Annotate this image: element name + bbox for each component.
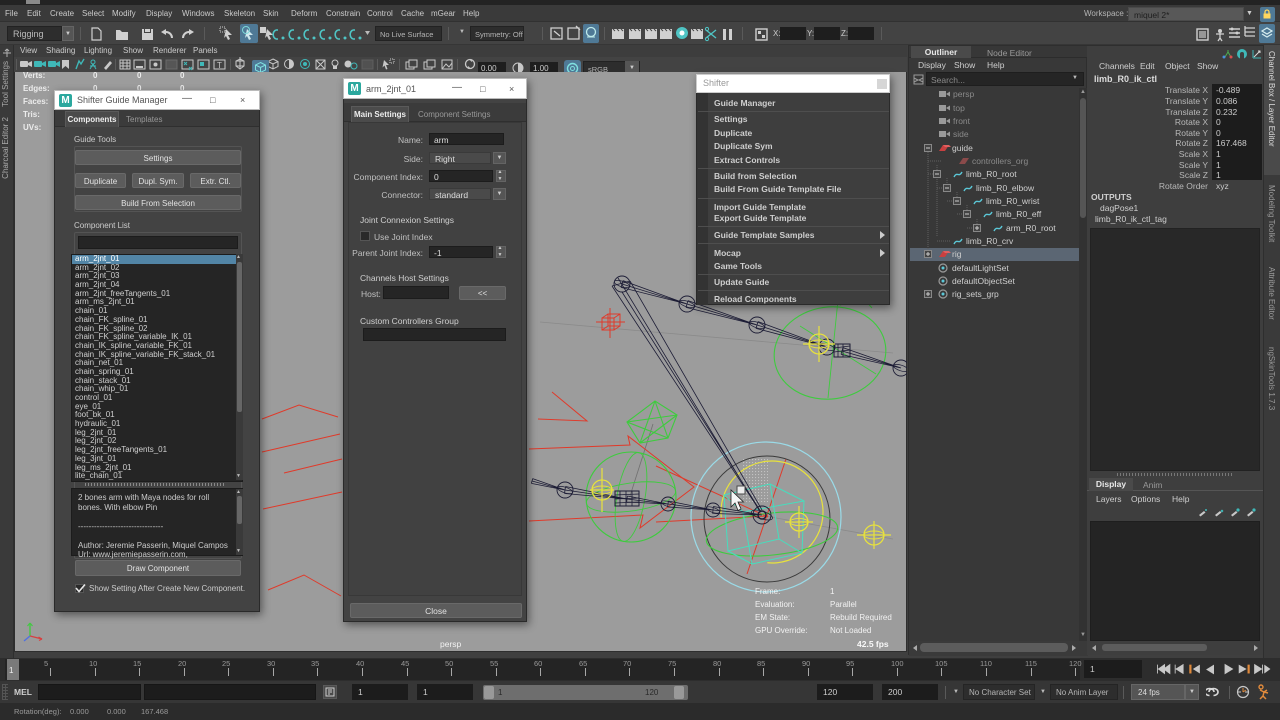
svg-text:T: T bbox=[217, 61, 222, 70]
